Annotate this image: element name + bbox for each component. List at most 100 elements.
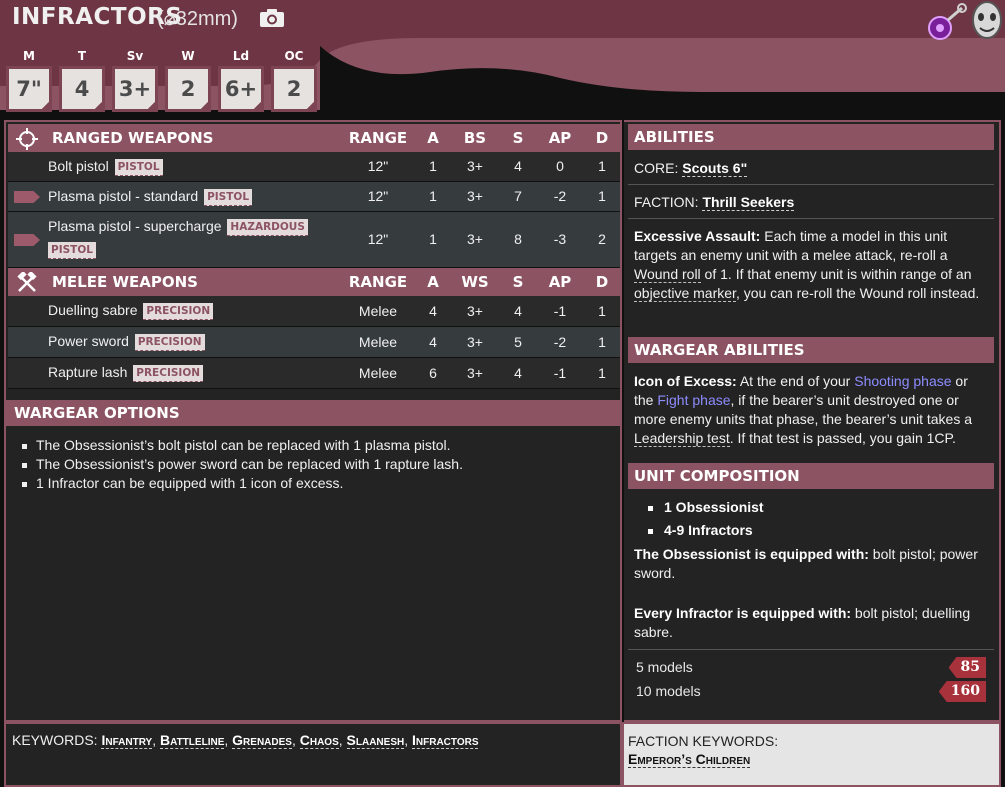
ranged-weapons-table: RANGED WEAPONS RANGE A BS S AP D Bolt pi…	[8, 124, 620, 268]
weapon-keyword-tag[interactable]: HAZARDOUS	[227, 219, 308, 236]
points-cost-row: 5 models 85	[636, 657, 986, 679]
col-range: RANGE	[348, 273, 408, 291]
weapon-keyword-tag[interactable]: PISTOL	[114, 159, 163, 176]
weapon-name: Rapture lash PRECISION	[48, 361, 348, 383]
stat-value: 7"	[9, 69, 49, 109]
unit-composition-header: UNIT COMPOSITION	[628, 463, 994, 489]
cell-range: 12"	[367, 231, 389, 247]
weapon-name: Power sword PRECISION	[48, 330, 348, 352]
base-size: (⌀32mm)	[157, 8, 238, 30]
points-badge: 85	[948, 657, 986, 678]
weapon-keyword-tag[interactable]: PRECISION	[133, 365, 204, 382]
wound-roll-link[interactable]: Wound roll	[634, 266, 701, 283]
excessive-assault-ability: Excessive Assault: Each time a model in …	[634, 228, 980, 302]
stat-w: W 2	[165, 48, 211, 112]
weapon-row: Plasma pistol - supercharge HAZARDOUS PIS…	[8, 212, 620, 268]
shooting-phase-link[interactable]: Shooting phase	[854, 373, 951, 389]
weapon-name: Plasma pistol - standard PISTOL	[48, 185, 348, 207]
cell-range: Melee	[358, 334, 398, 350]
divider	[628, 184, 994, 185]
crossed-hammers-icon	[17, 272, 37, 292]
wargear-options-header: WARGEAR OPTIONS	[6, 400, 620, 426]
points-badge: 160	[938, 681, 986, 702]
obsessionist-equipment: The Obsessionist is equipped with: bolt …	[634, 546, 978, 581]
faction-keywords-label: FACTION KEYWORDS:	[628, 733, 779, 749]
cell-d: 1	[598, 303, 606, 319]
keyword-link[interactable]: Battleline	[160, 732, 225, 749]
stat-m: M 7"	[6, 48, 52, 112]
model-count: 5 models	[636, 659, 693, 675]
keyword-link[interactable]: Grenades	[232, 732, 292, 749]
points-cost-row: 10 models 160	[636, 681, 986, 703]
weapon-row: Power sword PRECISION Melee 4 3+ 5 -2 1	[8, 327, 620, 358]
stat-oc: OC 2	[271, 48, 317, 112]
cell-d: 1	[598, 158, 606, 174]
faction-ability-link[interactable]: Thrill Seekers	[702, 194, 795, 211]
list-item: 1 Infractor can be equipped with 1 icon …	[20, 474, 610, 493]
leadership-test-link[interactable]: Leadership test	[634, 430, 730, 447]
abilities-panel: ABILITIES CORE: Scouts 6" FACTION: Thril…	[624, 120, 1001, 722]
list-item: The Obsessionist’s power sword can be re…	[20, 455, 610, 474]
weapon-keyword-tag[interactable]: PRECISION	[143, 303, 214, 320]
melee-weapons-header: MELEE WEAPONS RANGE A WS S AP D	[8, 268, 620, 296]
fight-phase-link[interactable]: Fight phase	[657, 392, 730, 408]
objective-marker-link[interactable]: objective marker	[634, 285, 736, 302]
keywords-label: KEYWORDS:	[12, 732, 102, 748]
weapon-keyword-tag[interactable]: PRECISION	[134, 334, 205, 351]
weapon-keyword-tag[interactable]: PISTOL	[48, 242, 96, 259]
chaos-mark-icon	[972, 1, 1002, 39]
cell-range: Melee	[358, 365, 398, 381]
weapons-panel: RANGED WEAPONS RANGE A BS S AP D Bolt pi…	[4, 120, 622, 722]
weapon-name: Bolt pistol PISTOL	[48, 155, 348, 177]
infractor-equipment: Every Infractor is equipped with: bolt p…	[634, 605, 971, 640]
cell-d: 2	[598, 231, 606, 247]
divider	[628, 649, 994, 650]
stat-sv: Sv 3+	[112, 48, 158, 112]
core-ability-link[interactable]: Scouts 6"	[682, 160, 748, 177]
cell-d: 1	[598, 334, 606, 350]
stat-label: T	[77, 49, 87, 63]
weapon-row: Bolt pistol PISTOL 12" 1 3+ 4 0 1	[8, 152, 620, 182]
col-d: D	[595, 129, 609, 147]
keywords-bar: KEYWORDS: Infantry, Battleline, Grenades…	[4, 722, 622, 787]
model-count: 10 models	[636, 683, 701, 699]
faction-keyword-link[interactable]: Emperor’s Children	[628, 751, 751, 768]
icon-of-excess-ability: Icon of Excess: At the end of your Shoot…	[634, 373, 973, 447]
wargear-options-list: The Obsessionist’s bolt pistol can be re…	[20, 436, 610, 493]
stat-label: Sv	[126, 49, 144, 63]
stat-value: 2	[168, 69, 208, 109]
cell-range: 12"	[367, 158, 389, 174]
weapon-row: Duelling sabre PRECISION Melee 4 3+ 4 -1…	[8, 296, 620, 327]
profile-arrow-icon	[14, 191, 40, 203]
cell-range: Melee	[358, 303, 398, 319]
cell-d: 1	[598, 365, 606, 381]
stat-value: 3+	[115, 69, 155, 109]
weapon-row: Plasma pistol - standard PISTOL 12" 1 3+…	[8, 182, 620, 212]
abilities-header: ABILITIES	[628, 124, 994, 150]
col-d: D	[595, 273, 609, 291]
melee-weapons-title: MELEE WEAPONS	[52, 273, 198, 291]
core-ability: CORE: Scouts 6"	[634, 160, 748, 177]
list-item: The Obsessionist’s bolt pistol can be re…	[20, 436, 610, 455]
stat-label: M	[23, 49, 35, 63]
list-item: 1 Obsessionist	[644, 496, 944, 519]
keyword-link[interactable]: Slaanesh	[346, 732, 405, 749]
keyword-link[interactable]: Infractors	[412, 732, 479, 749]
divider	[628, 218, 994, 219]
ranged-weapons-header: RANGED WEAPONS RANGE A BS S AP D	[8, 124, 620, 152]
slaanesh-faction-icon	[928, 3, 967, 40]
profile-arrow-icon	[14, 234, 40, 246]
cell-range: 12"	[367, 188, 389, 204]
weapon-name: Plasma pistol - supercharge HAZARDOUS PIS…	[48, 215, 348, 261]
keyword-link[interactable]: Infantry	[101, 732, 153, 749]
keyword-link[interactable]: Chaos	[299, 732, 339, 749]
weapon-keyword-tag[interactable]: PISTOL	[204, 189, 253, 206]
weapon-name: Duelling sabre PRECISION	[48, 299, 348, 321]
stat-label: OC	[284, 49, 304, 63]
stat-value: 4	[62, 69, 102, 109]
stat-ld: Ld 6+	[218, 48, 264, 112]
weapon-row: Rapture lash PRECISION Melee 6 3+ 4 -1 1	[8, 358, 620, 389]
list-item: 4-9 Infractors	[644, 519, 944, 542]
camera-icon[interactable]	[259, 8, 285, 28]
stat-value: 6+	[221, 69, 261, 109]
